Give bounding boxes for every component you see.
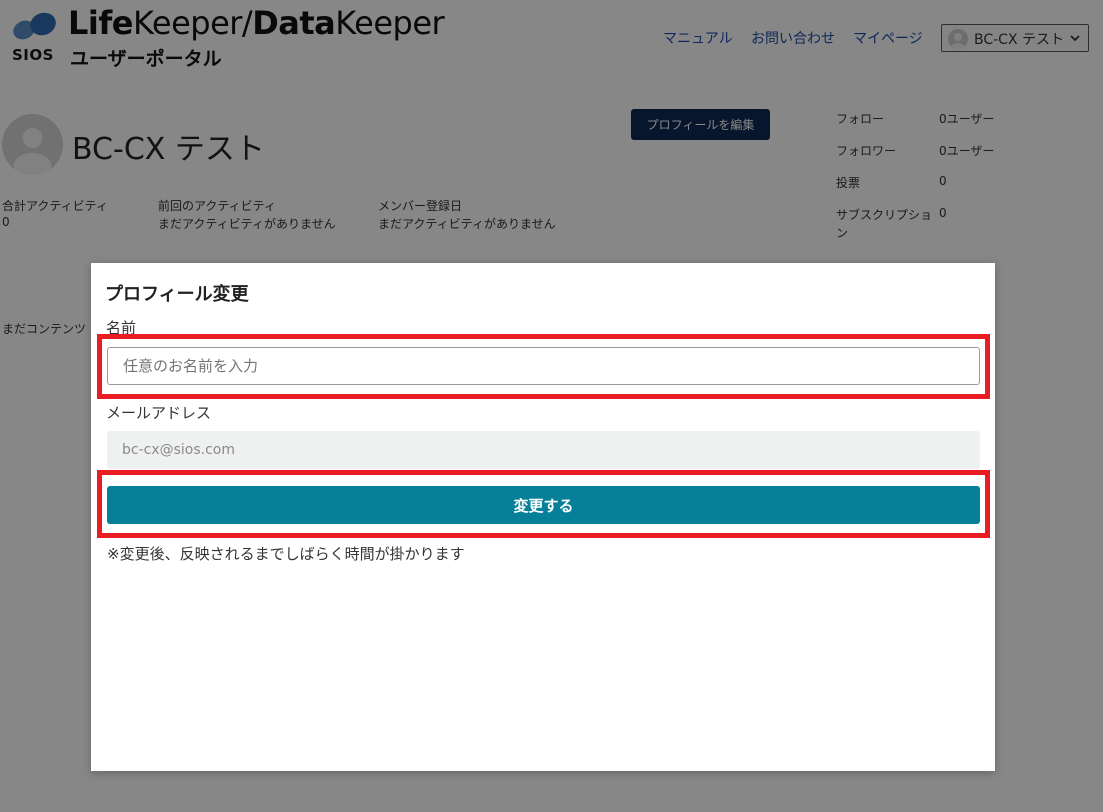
highlight-submit-button: [97, 470, 990, 538]
highlight-name-input: [97, 334, 990, 399]
email-input[interactable]: [107, 431, 980, 469]
email-field-label: メールアドレス: [106, 404, 212, 422]
change-note-text: ※変更後、反映されるまでしばらく時間が掛かります: [107, 545, 465, 563]
modal-title: プロフィール変更: [105, 284, 249, 305]
